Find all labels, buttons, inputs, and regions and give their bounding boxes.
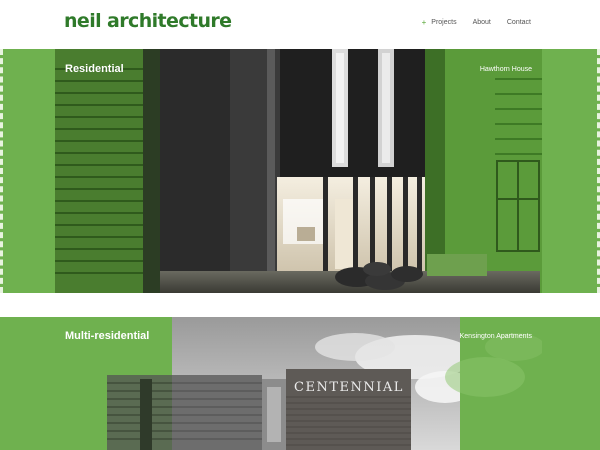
nav-contact[interactable]: Contact bbox=[507, 19, 531, 26]
project-category[interactable]: Multi-residential bbox=[65, 330, 149, 342]
nav-about[interactable]: About bbox=[473, 19, 491, 26]
project-photo-hawthorn-house[interactable] bbox=[55, 49, 542, 293]
project-name[interactable]: Hawthorn House bbox=[480, 66, 532, 73]
nav-contact-label: Contact bbox=[506, 19, 531, 26]
building-sign: CENTENNIAL bbox=[294, 380, 404, 395]
project-band-multi-residential[interactable]: CENTENNIAL Multi-residential Kensington … bbox=[0, 317, 600, 450]
hawthorn-house-image bbox=[55, 49, 542, 293]
site-logo[interactable]: neil architecture bbox=[64, 10, 232, 32]
nav-projects[interactable]: + Projects bbox=[421, 18, 457, 27]
main-nav: + Projects About Contact bbox=[421, 18, 531, 27]
project-category[interactable]: Residential bbox=[65, 63, 124, 75]
nav-projects-label: Projects bbox=[431, 19, 457, 26]
project-band-residential[interactable]: Residential Hawthorn House bbox=[0, 49, 600, 293]
nav-about-label: About bbox=[472, 19, 491, 26]
site-header: neil architecture + Projects About Conta… bbox=[0, 0, 600, 49]
project-name[interactable]: Kensington Apartments bbox=[460, 333, 532, 340]
plus-icon: + bbox=[421, 18, 427, 27]
